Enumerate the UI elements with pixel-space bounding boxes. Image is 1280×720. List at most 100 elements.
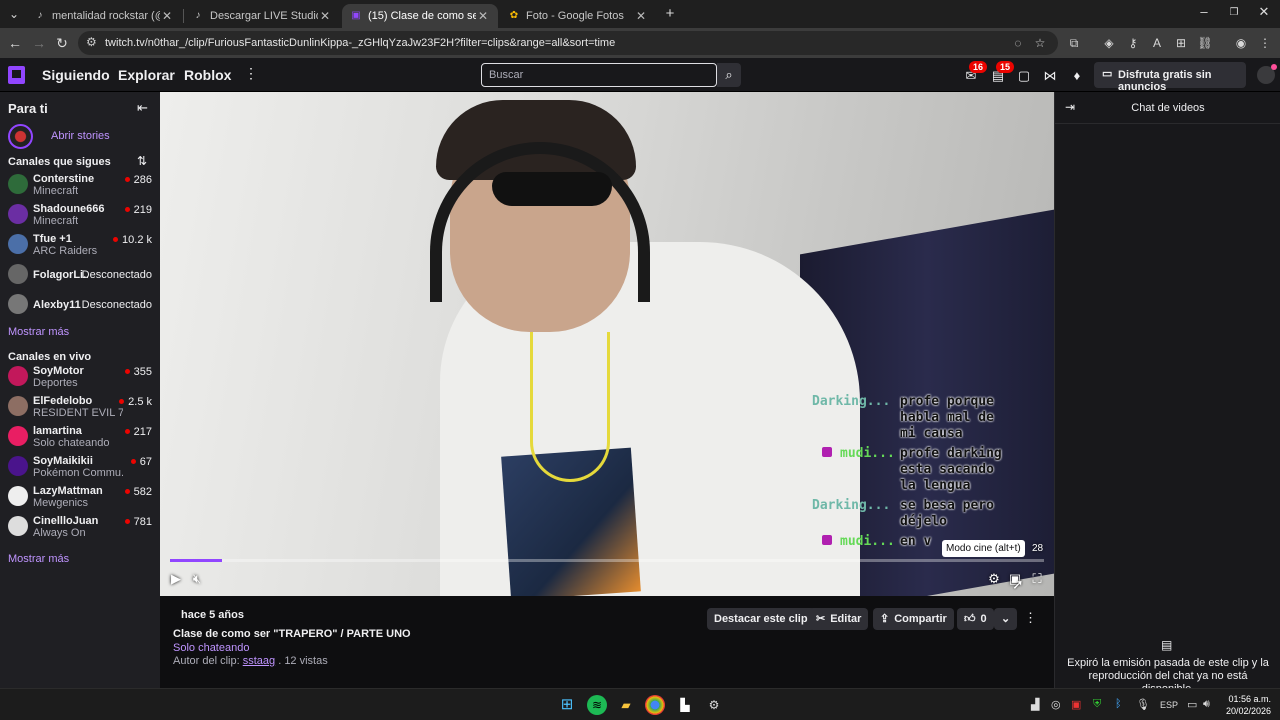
- tab-label: mentalidad rockstar (@mentalid: [52, 10, 160, 22]
- turbo-ad-free-button[interactable]: Disfruta gratis sin anuncios: [1094, 62, 1246, 93]
- show-more-followed[interactable]: Mostrar más: [8, 326, 69, 338]
- tray-app-icon[interactable]: ▣: [1071, 698, 1081, 711]
- share-button[interactable]: ⇪ Compartir: [873, 608, 954, 630]
- clip-age: hace 5 años: [181, 609, 244, 621]
- system-clock[interactable]: 01:56 a.m. 20/02/2026: [1226, 693, 1271, 717]
- tray-chart-icon[interactable]: ▟: [1031, 698, 1039, 711]
- sidebar-channel[interactable]: ElFedeloboRESIDENT EVIL 7...2.5 k: [0, 392, 160, 422]
- file-explorer-icon[interactable]: ▰: [616, 695, 636, 715]
- volume-icon[interactable]: 🔊︎: [1203, 698, 1210, 711]
- sidebar-channel[interactable]: SoyMaikikii Pokémon Commu... 67: [0, 452, 160, 482]
- tab-search-icon[interactable]: ⌄: [6, 6, 22, 22]
- tray-security-icon[interactable]: ⛨: [1093, 698, 1101, 711]
- windows-start-icon[interactable]: ⊞: [557, 695, 577, 715]
- search-icon[interactable]: ⌕: [717, 63, 741, 87]
- url-bar[interactable]: ⚙ twitch.tv/n0thar_/clip/FuriousFantasti…: [78, 31, 1058, 55]
- left-sidebar: Para ti ⇤ Abrir stories Canales que sigu…: [0, 92, 160, 688]
- tab-3-active[interactable]: ▣ (15) Clase de como ser "TRAPER ✕: [342, 4, 498, 28]
- site-info-icon[interactable]: ⚙: [86, 35, 97, 49]
- url-text[interactable]: twitch.tv/n0thar_/clip/FuriousFantasticD…: [105, 37, 615, 49]
- close-icon[interactable]: ✕: [634, 9, 648, 23]
- open-stories-link[interactable]: Abrir stories: [51, 130, 110, 142]
- sort-icon[interactable]: ⇅: [137, 154, 147, 168]
- close-icon[interactable]: ✕: [476, 9, 490, 23]
- chat-title: Chat de videos: [1131, 102, 1205, 114]
- extensions-icon[interactable]: ⧉: [1066, 35, 1082, 51]
- tab-4[interactable]: ✿ Foto - Google Fotos ✕: [500, 4, 656, 28]
- tab-2[interactable]: ♪ Descargar LIVE Studio | TikTok ✕: [184, 4, 340, 28]
- close-icon[interactable]: ✕: [318, 9, 332, 23]
- fullscreen-icon[interactable]: ⛶: [1028, 570, 1046, 588]
- extension-icon-1[interactable]: ◈: [1101, 35, 1117, 51]
- channel-viewer-count: 355: [125, 366, 152, 378]
- clip-author-line: Autor del clip: sstaag . 12 vistas: [173, 655, 328, 667]
- restore-icon[interactable]: ❐: [1219, 7, 1249, 18]
- language-indicator[interactable]: ESP: [1160, 700, 1178, 710]
- sidebar-channel[interactable]: SoyMotor Deportes 355: [0, 362, 160, 392]
- app-icon[interactable]: ⚙: [704, 695, 724, 715]
- bluetooth-icon[interactable]: ᛒ: [1115, 698, 1122, 710]
- whispers-icon[interactable]: ▢: [1016, 68, 1032, 84]
- menu-icon[interactable]: ⋮: [1257, 35, 1273, 51]
- network-icon[interactable]: ▭: [1187, 698, 1197, 711]
- sidebar-channel[interactable]: Shadoune666 Minecraft 219: [0, 200, 160, 230]
- sidebar-channel[interactable]: Alexby11 Desconectado: [0, 290, 160, 320]
- search-input[interactable]: Buscar: [481, 63, 717, 87]
- forward-icon[interactable]: →: [30, 34, 48, 52]
- nav-roblox[interactable]: Roblox: [184, 67, 231, 83]
- sidebar-channel[interactable]: FolagorLi... Desconectado: [0, 260, 160, 290]
- share-icon: ⇪: [880, 613, 890, 625]
- eye-off-icon[interactable]: ◌: [1010, 35, 1026, 51]
- video-time-label: 28: [1032, 543, 1044, 554]
- clock-date: 20/02/2026: [1226, 706, 1272, 716]
- translate-icon[interactable]: A: [1149, 35, 1165, 51]
- tab-1[interactable]: ♪ mentalidad rockstar (@mentalid ✕: [26, 4, 182, 28]
- collapse-sidebar-icon[interactable]: ⇤: [137, 100, 148, 116]
- clip-category-link[interactable]: Solo chateando: [173, 642, 249, 654]
- sidebar-channel[interactable]: CinellloJuan Always On 781: [0, 512, 160, 542]
- clip-author-prefix: Autor del clip:: [173, 655, 240, 667]
- new-tab-icon[interactable]: +: [662, 6, 678, 22]
- reload-icon[interactable]: ↻: [53, 34, 71, 52]
- close-window-icon[interactable]: ✕: [1249, 4, 1279, 20]
- sidebar-channel[interactable]: lamartina Solo chateando 217: [0, 422, 160, 452]
- video-player[interactable]: Darking... profe porque habla mal de mi cau…: [160, 92, 1054, 596]
- sidebar-channel[interactable]: LazyMattman Mewgenics 582: [0, 482, 160, 512]
- chrome-icon[interactable]: [645, 695, 665, 715]
- more-options-icon[interactable]: ⋮: [1024, 610, 1037, 626]
- audio-app-icon[interactable]: ▙: [675, 695, 695, 715]
- bookmark-star-icon[interactable]: ☆: [1032, 35, 1048, 51]
- sidebar-title: Para ti: [8, 101, 48, 116]
- stories-avatar[interactable]: [8, 124, 33, 149]
- sidebar-channel[interactable]: Tfue +1 ARC Raiders 10.2 k: [0, 230, 160, 260]
- microphone-icon[interactable]: 🎙︎: [1136, 698, 1150, 711]
- spotify-icon[interactable]: ≋: [587, 695, 607, 715]
- twitch-logo-icon[interactable]: [8, 66, 25, 84]
- dislike-dropdown-button[interactable]: ⌄: [994, 608, 1018, 630]
- video-progress-bar[interactable]: [170, 559, 1044, 562]
- clip-author-link[interactable]: sstaag: [243, 655, 275, 667]
- back-icon[interactable]: ←: [6, 34, 24, 52]
- feature-clip-button[interactable]: Destacar este clip: [707, 608, 815, 630]
- close-icon[interactable]: ✕: [160, 9, 174, 23]
- more-icon[interactable]: ⋮: [244, 65, 258, 82]
- show-more-live[interactable]: Mostrar más: [8, 553, 69, 565]
- sidebar-channel[interactable]: Conterstine Minecraft 286: [0, 170, 160, 200]
- overlay-chat-username: mudi...: [840, 534, 895, 549]
- mute-icon[interactable]: 🔇︎: [188, 570, 206, 588]
- nav-following[interactable]: Siguiendo: [42, 67, 110, 83]
- like-button[interactable]: 👍︎ 0: [957, 608, 994, 630]
- user-avatar[interactable]: [1257, 64, 1277, 84]
- settings-icon[interactable]: ⚙: [985, 570, 1003, 588]
- prime-icon[interactable]: ⋈: [1042, 68, 1058, 84]
- apps-icon[interactable]: ⊞: [1173, 35, 1189, 51]
- edit-button[interactable]: ✂ Editar: [809, 608, 869, 630]
- link-icon[interactable]: ⛓: [1197, 35, 1213, 51]
- nav-browse[interactable]: Explorar: [118, 67, 175, 83]
- minimize-icon[interactable]: –: [1189, 4, 1219, 19]
- play-icon[interactable]: ▶: [167, 570, 185, 588]
- key-icon[interactable]: ⚷: [1125, 35, 1141, 51]
- bits-icon[interactable]: ♦: [1069, 68, 1085, 84]
- profile-icon[interactable]: ◉: [1233, 35, 1249, 51]
- tray-steam-icon[interactable]: ◎: [1051, 698, 1061, 711]
